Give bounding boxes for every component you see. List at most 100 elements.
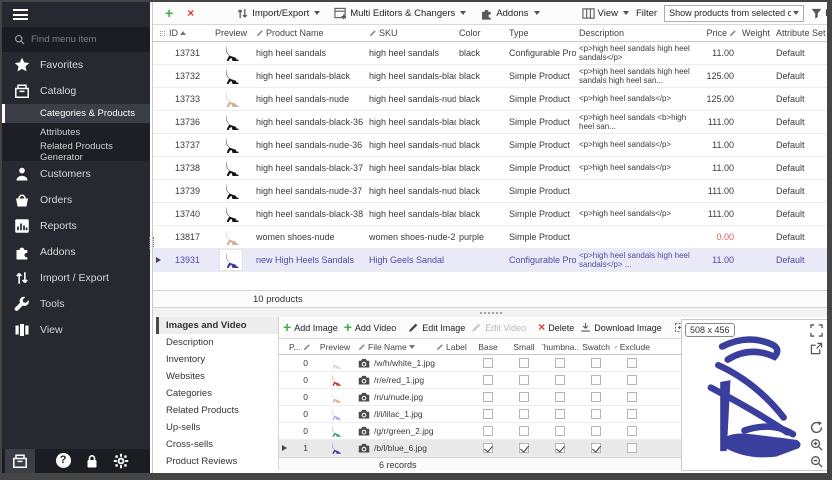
- column-header-label[interactable]: Label: [436, 342, 470, 352]
- image-row[interactable]: 0/r/e/red_1.jpg: [279, 372, 681, 389]
- sidebar-item-customers[interactable]: Customers: [2, 161, 150, 187]
- sidebar-item-view[interactable]: View: [2, 317, 150, 343]
- sidebar-item-favorites[interactable]: Favorites: [2, 52, 150, 78]
- exclude-checkbox[interactable]: [627, 409, 637, 419]
- exclude-checkbox[interactable]: [627, 443, 637, 453]
- exclude-checkbox[interactable]: [627, 426, 637, 436]
- menu-search-input[interactable]: [31, 34, 131, 45]
- tab-images-and-video[interactable]: Images and Video: [156, 317, 278, 334]
- sidebar-item-reports[interactable]: Reports: [2, 213, 150, 239]
- column-header-color[interactable]: Color: [456, 28, 506, 38]
- table-row[interactable]: 13732high heel sandals-blackhigh heel sa…: [153, 65, 827, 88]
- table-row[interactable]: 13817women shoes-nudewomen shoes-nude-2p…: [153, 226, 827, 249]
- swatch-checkbox[interactable]: [591, 443, 601, 453]
- small-checkbox[interactable]: [519, 409, 529, 419]
- hamburger-menu-icon[interactable]: [13, 9, 28, 20]
- tab-categories[interactable]: Categories: [156, 385, 278, 402]
- column-header-swatch[interactable]: Swatch: [578, 342, 614, 352]
- image-row[interactable]: 0/n/u/nude.jpg: [279, 389, 681, 406]
- tab-websites[interactable]: Websites: [156, 368, 278, 385]
- small-checkbox[interactable]: [519, 443, 529, 453]
- column-header-thumbnail[interactable]: Thumbna...: [542, 342, 578, 352]
- addons-menu-button[interactable]: Addons: [480, 7, 539, 20]
- tab-product-reviews[interactable]: Product Reviews: [156, 453, 278, 470]
- table-row-selected[interactable]: 13931new High Heels SandalsHigh Geels Sa…: [153, 249, 827, 272]
- exclude-checkbox[interactable]: [627, 375, 637, 385]
- column-header-preview[interactable]: Preview: [206, 28, 253, 38]
- thumbnail-checkbox[interactable]: [555, 375, 565, 385]
- tab-up-sells[interactable]: Up-sells: [156, 419, 278, 436]
- table-row[interactable]: 13736high heel sandals-black-36high heel…: [153, 111, 827, 134]
- sidebar-item-categories-products[interactable]: Categories & Products: [2, 104, 150, 123]
- base-checkbox[interactable]: [483, 443, 493, 453]
- tab-description[interactable]: Description: [156, 334, 278, 351]
- lock-button[interactable]: [84, 453, 100, 469]
- tab-inventory[interactable]: Inventory: [156, 351, 278, 368]
- add-video-button[interactable]: +Add Video: [344, 321, 397, 334]
- small-checkbox[interactable]: [519, 375, 529, 385]
- image-row[interactable]: 0/w/h/white_1.jpg: [279, 355, 681, 372]
- thumbnail-checkbox[interactable]: [555, 409, 565, 419]
- open-external-icon[interactable]: [810, 342, 823, 355]
- add-image-button[interactable]: +Add Image: [283, 321, 338, 334]
- sidebar-item-attributes[interactable]: Attributes: [2, 123, 150, 142]
- sidebar-item-tools[interactable]: Tools: [2, 291, 150, 317]
- table-row[interactable]: 13733high heel sandals-nudehigh heel san…: [153, 88, 827, 111]
- table-row[interactable]: 13731high heel sandalshigh heel sandalsb…: [153, 42, 827, 65]
- column-header-description[interactable]: Description: [576, 28, 696, 38]
- set-resize-rule-button[interactable]: Set Resize Rule: [674, 322, 681, 333]
- help-button[interactable]: ?: [56, 453, 71, 468]
- thumbnail-checkbox[interactable]: [555, 392, 565, 402]
- table-row[interactable]: 13740high heel sandals-black-38high heel…: [153, 203, 827, 226]
- add-product-button[interactable]: +: [165, 7, 173, 20]
- column-header-id[interactable]: ID: [166, 28, 206, 38]
- tab-related-products[interactable]: Related Products: [156, 402, 278, 419]
- column-header-base[interactable]: Base: [470, 342, 506, 352]
- filter-select[interactable]: Show products from selected categories: [664, 5, 804, 22]
- view-menu-button[interactable]: View: [582, 7, 629, 20]
- exclude-checkbox[interactable]: [627, 358, 637, 368]
- horizontal-splitter[interactable]: [153, 308, 827, 317]
- swatch-checkbox[interactable]: [591, 426, 601, 436]
- thumbnail-checkbox[interactable]: [555, 443, 565, 453]
- sidebar-item-addons[interactable]: Addons: [2, 239, 150, 265]
- sidebar-item-import-export[interactable]: Import / Export: [2, 265, 150, 291]
- image-row[interactable]: 0/l/i/lilac_1.jpg: [279, 406, 681, 423]
- exclude-checkbox[interactable]: [627, 392, 637, 402]
- image-row-selected[interactable]: 1/b/l/blue_6.jpg: [279, 440, 681, 457]
- column-header-preview[interactable]: Preview: [312, 342, 358, 352]
- settings-gear-button[interactable]: [113, 453, 129, 469]
- column-header-product-name[interactable]: Product Name: [253, 28, 366, 38]
- image-row[interactable]: 0/g/r/green_2.jpg: [279, 423, 681, 440]
- table-row[interactable]: 13738high heel sandals-black-37high heel…: [153, 157, 827, 180]
- import-export-menu-button[interactable]: Import/Export: [236, 7, 320, 20]
- zoom-out-icon[interactable]: [810, 455, 823, 468]
- delete-product-button[interactable]: ×: [187, 7, 194, 20]
- column-header-position[interactable]: P...: [289, 342, 312, 352]
- base-checkbox[interactable]: [483, 358, 493, 368]
- column-header-small[interactable]: Small: [506, 342, 542, 352]
- base-checkbox[interactable]: [483, 375, 493, 385]
- thumbnail-checkbox[interactable]: [555, 358, 565, 368]
- download-image-button[interactable]: Download Image: [580, 322, 662, 333]
- column-header-file-name[interactable]: File Name: [358, 342, 436, 352]
- delete-image-button[interactable]: ×Delete: [538, 321, 574, 334]
- base-checkbox[interactable]: [483, 392, 493, 402]
- small-checkbox[interactable]: [519, 392, 529, 402]
- column-header-sku[interactable]: SKU: [366, 28, 456, 38]
- small-checkbox[interactable]: [519, 358, 529, 368]
- sidebar-item-catalog[interactable]: Catalog: [2, 78, 150, 104]
- sidebar-item-orders[interactable]: Orders: [2, 187, 150, 213]
- multi-editors-menu-button[interactable]: Multi Editors & Changers: [334, 7, 466, 20]
- sidebar-item-related-products-generator[interactable]: Related Products Generator: [2, 142, 150, 161]
- rotate-icon[interactable]: [810, 421, 823, 434]
- edit-image-button[interactable]: Edit Image: [408, 322, 465, 333]
- column-header-exclude[interactable]: Exclude: [614, 342, 650, 352]
- base-checkbox[interactable]: [483, 409, 493, 419]
- base-checkbox[interactable]: [483, 426, 493, 436]
- column-header-type[interactable]: Type: [506, 28, 576, 38]
- small-checkbox[interactable]: [519, 426, 529, 436]
- filters-menu-button[interactable]: Filters: [811, 8, 827, 19]
- swatch-checkbox[interactable]: [591, 358, 601, 368]
- column-header-price[interactable]: Price: [696, 28, 739, 38]
